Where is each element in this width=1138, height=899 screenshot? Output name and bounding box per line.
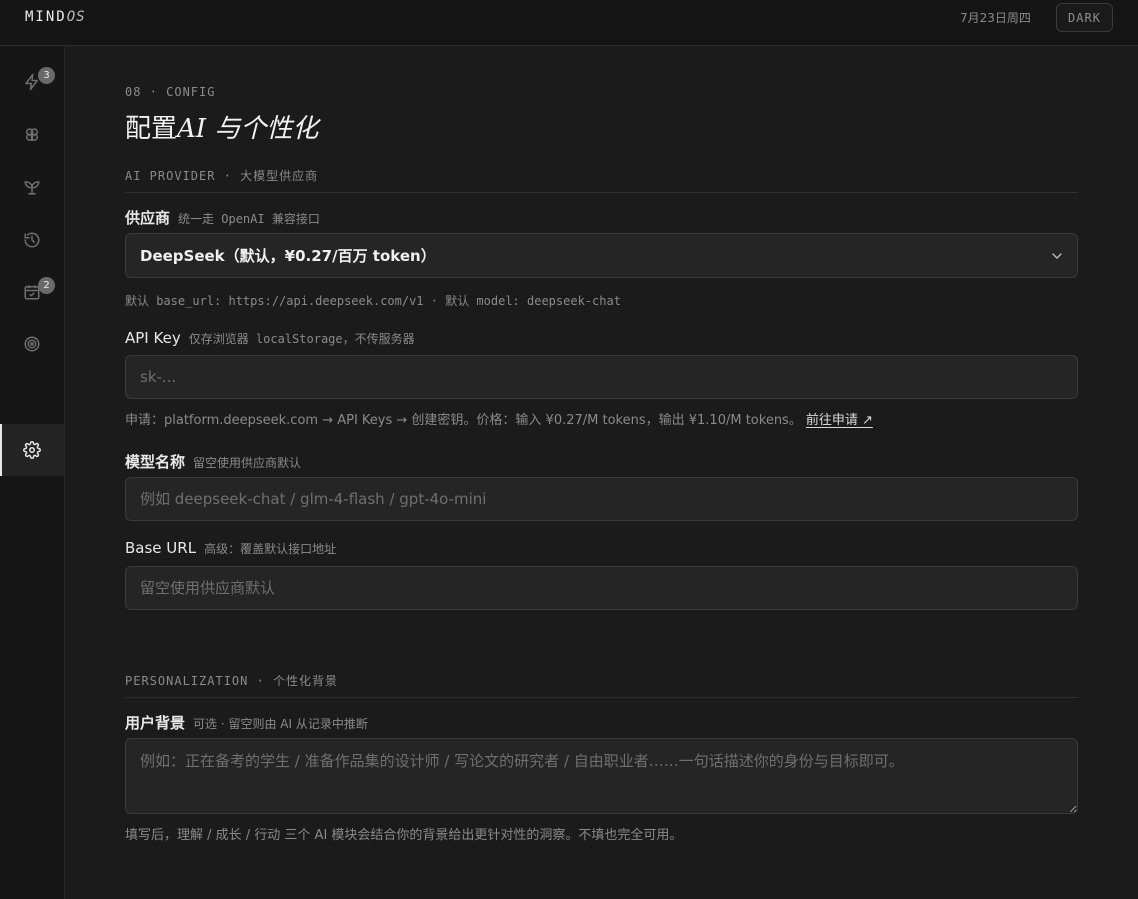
page-title: 配置AI 与个性化	[125, 108, 318, 145]
sidebar-item-history[interactable]	[0, 214, 64, 266]
page-kicker: 08 · CONFIG	[125, 85, 216, 99]
brain-icon	[26, 128, 38, 141]
baseurl-field-label: Base URL 高级：覆盖默认接口地址	[125, 539, 336, 557]
bg-help-text: 填写后，理解 / 成长 / 行动 三个 AI 模块会结合你的背景给出更针对性的洞…	[125, 828, 683, 843]
model-label: 模型名称	[125, 453, 186, 471]
sidebar-item-plan[interactable]: 2	[0, 266, 64, 318]
current-date: 7月23日周四	[960, 11, 1031, 25]
brand-logo[interactable]: MINDOS	[25, 9, 86, 25]
page-title-suffix: 与个性化	[206, 114, 319, 144]
apikey-field-label: API Key 仅存浏览器 localStorage，不传服务器	[125, 329, 415, 347]
provider-select[interactable]: DeepSeek（默认，¥0.27/百万 token）	[125, 233, 1078, 278]
provider-help-text: 默认 base_url: https://api.deepseek.com/v1…	[125, 294, 621, 308]
badge-count: 3	[38, 67, 55, 84]
brand-main: MIND	[25, 9, 67, 25]
sprout-icon	[24, 181, 40, 195]
apikey-hint: 仅存浏览器 localStorage，不传服务器	[188, 332, 415, 346]
brand-os: OS	[66, 9, 86, 25]
apply-link[interactable]: 前往申请 ↗	[806, 413, 873, 428]
provider-field-label: 供应商 统一走 OpenAI 兼容接口	[125, 207, 320, 228]
apikey-help-body: 申请：platform.deepseek.com → API Keys → 创建…	[125, 413, 802, 428]
apikey-label: API Key	[125, 329, 181, 347]
sidebar: 3 2	[0, 46, 65, 899]
apikey-input[interactable]	[125, 355, 1078, 399]
provider-label: 供应商	[125, 209, 171, 227]
chevron-down-icon	[1052, 253, 1062, 259]
section-heading-personalization: PERSONALIZATION · 个性化背景	[125, 672, 1078, 698]
bg-hint: 可选 · 留空则由 AI 从记录中推断	[193, 717, 368, 731]
user-background-textarea[interactable]	[125, 738, 1078, 814]
baseurl-label: Base URL	[125, 539, 197, 557]
history-icon	[24, 232, 40, 248]
bg-label: 用户背景	[125, 714, 186, 732]
sidebar-item-settings[interactable]	[0, 424, 64, 476]
badge-count: 2	[38, 277, 55, 294]
page-title-ai: AI	[177, 114, 207, 144]
sidebar-item-goals[interactable]	[0, 318, 64, 370]
model-hint: 留空使用供应商默认	[193, 456, 302, 470]
sidebar-item-capture[interactable]: 3	[0, 56, 64, 108]
baseurl-hint: 高级：覆盖默认接口地址	[204, 542, 337, 556]
base-url-input[interactable]	[125, 566, 1078, 610]
sidebar-item-understand[interactable]	[0, 109, 64, 161]
bg-field-label: 用户背景 可选 · 留空则由 AI 从记录中推断	[125, 712, 368, 733]
provider-selected-value: DeepSeek（默认，¥0.27/百万 token）	[140, 247, 436, 265]
top-bar: MINDOS 7月23日周四 DARK	[0, 0, 1138, 46]
provider-hint: 统一走 OpenAI 兼容接口	[178, 212, 320, 226]
sidebar-item-grow[interactable]	[0, 161, 64, 213]
apikey-help-text: 申请：platform.deepseek.com → API Keys → 创建…	[125, 409, 873, 428]
model-name-input[interactable]	[125, 477, 1078, 521]
target-icon	[24, 336, 40, 352]
page-title-prefix: 配置	[125, 114, 178, 144]
model-field-label: 模型名称 留空使用供应商默认	[125, 451, 301, 472]
section-heading-provider: AI PROVIDER · 大模型供应商	[125, 167, 1078, 193]
gear-icon	[23, 441, 41, 459]
theme-toggle-button[interactable]: DARK	[1056, 3, 1113, 32]
